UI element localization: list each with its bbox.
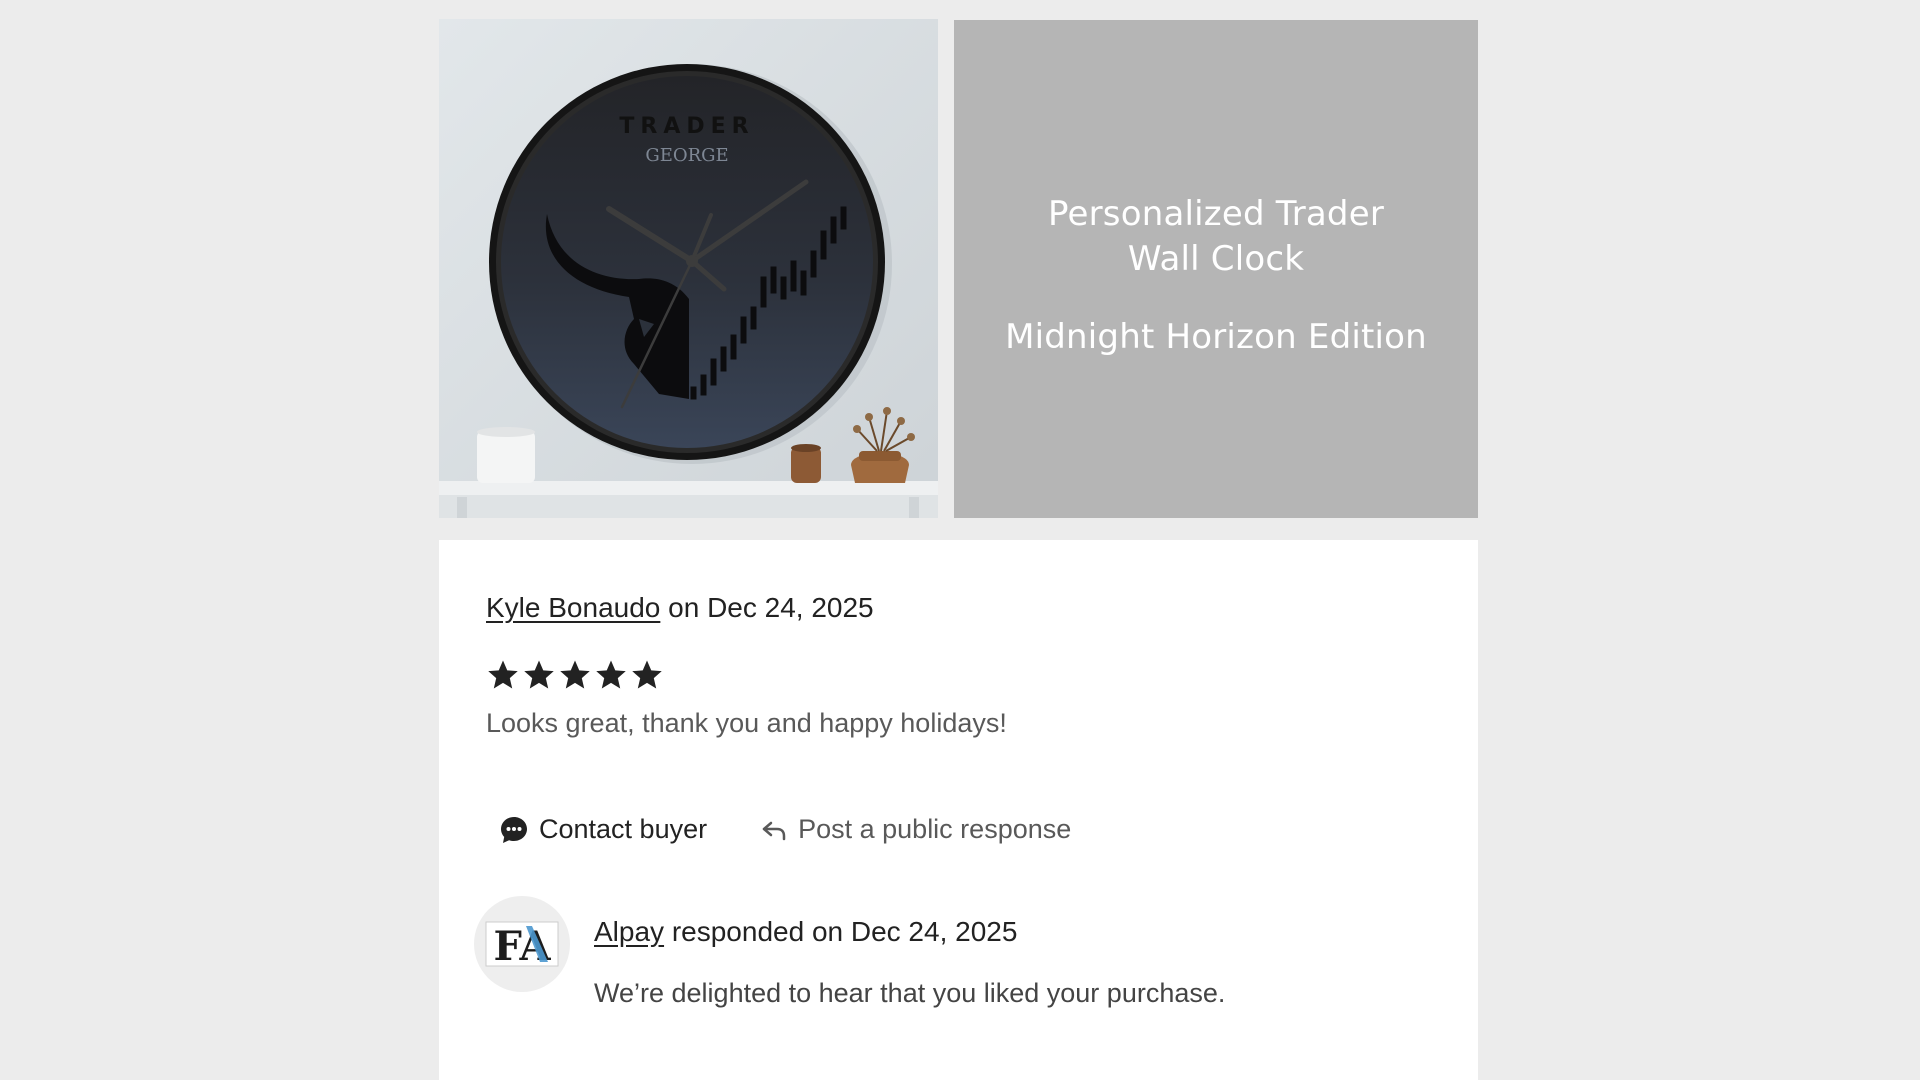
clock-name-text: GEORGE — [645, 145, 728, 166]
product-title-line-1: Personalized Trader — [1048, 194, 1384, 234]
chat-bubble-icon — [501, 816, 527, 843]
star-icon — [560, 660, 590, 689]
review-actions: Contact buyer Post a public response — [499, 814, 1071, 845]
star-icon — [488, 660, 518, 689]
responder-line: Alpay responded on Dec 24, 2025 — [594, 916, 1017, 948]
review-date: on Dec 24, 2025 — [668, 592, 874, 623]
contact-buyer-button[interactable]: Contact buyer — [499, 814, 707, 845]
star-rating — [486, 658, 664, 692]
reviewer-line: Kyle Bonaudo on Dec 24, 2025 — [486, 592, 874, 624]
post-public-response-button[interactable]: Post a public response — [760, 814, 1071, 845]
product-edition: Midnight Horizon Edition — [1005, 317, 1427, 357]
clock-brand-text: TRADER — [619, 114, 754, 139]
star-icon — [632, 660, 662, 689]
seller-avatar[interactable]: FA — [474, 896, 570, 992]
seller-logo: FA — [485, 921, 559, 970]
contact-buyer-label: Contact buyer — [539, 814, 708, 844]
response-text: We’re delighted to hear that you liked y… — [594, 978, 1226, 1008]
listing-review-view: TRADER GEORGE Personalized Trader Wall C… — [0, 0, 1920, 1080]
response-date: responded on Dec 24, 2025 — [671, 916, 1018, 947]
reply-arrow-icon — [762, 821, 786, 840]
seller-response: FA Alpay responded on Dec 24, 2025 We’re… — [474, 896, 1454, 1016]
post-public-response-label: Post a public response — [798, 814, 1072, 844]
star-icon — [524, 660, 554, 689]
product-title-panel: Personalized Trader Wall Clock Midnight … — [954, 20, 1478, 518]
clock-illustration: TRADER GEORGE — [439, 19, 938, 518]
seller-name-link[interactable]: Alpay — [594, 916, 664, 947]
star-icon — [596, 660, 626, 689]
product-title-line-2: Wall Clock — [1127, 239, 1305, 279]
review-text: Looks great, thank you and happy holiday… — [486, 708, 1007, 738]
seller-logo-initials: FA — [493, 923, 551, 970]
review-card: Kyle Bonaudo on Dec 24, 2025 Looks great… — [439, 540, 1478, 1080]
product-image[interactable]: TRADER GEORGE — [439, 19, 938, 518]
reviewer-name-link[interactable]: Kyle Bonaudo — [486, 592, 660, 623]
